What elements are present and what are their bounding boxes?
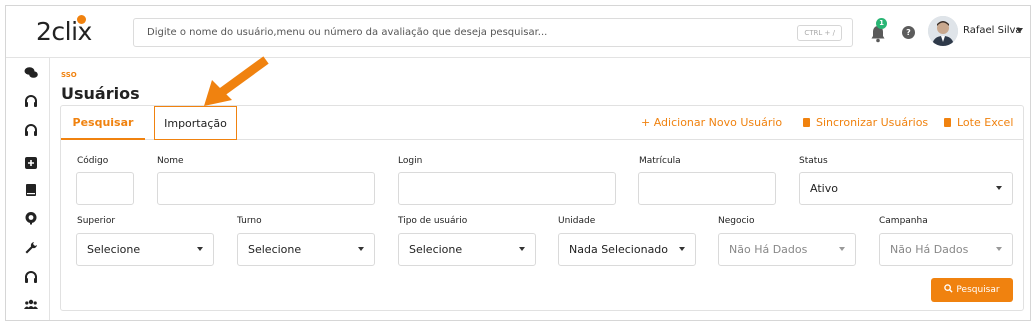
turno-select[interactable]: Selecione <box>237 233 375 266</box>
chevron-down-icon <box>839 247 845 251</box>
negocio-label: Negocio <box>718 216 755 226</box>
turno-label: Turno <box>237 216 262 226</box>
codigo-label: Código <box>77 156 109 166</box>
headset-icon[interactable] <box>24 270 38 284</box>
excel-batch-button[interactable]: Lote Excel <box>944 106 1013 140</box>
unidade-label: Unidade <box>558 216 596 226</box>
status-label: Status <box>799 156 828 166</box>
search-icon <box>944 284 954 293</box>
login-label: Login <box>398 156 423 166</box>
nome-label: Nome <box>157 156 184 166</box>
support-icon[interactable] <box>24 211 38 225</box>
tipo-usuario-select[interactable]: Selecione <box>398 233 536 266</box>
chevron-down-icon[interactable] <box>1016 28 1023 33</box>
filter-card: Pesquisar Importação + Adicionar Novo Us… <box>60 105 1024 311</box>
negocio-select[interactable]: Não Há Dados <box>718 233 856 266</box>
help-icon[interactable]: ? <box>902 26 915 39</box>
codigo-field[interactable] <box>76 172 134 205</box>
chevron-down-icon <box>197 247 203 251</box>
sync-users-button[interactable]: Sincronizar Usuários <box>803 106 928 140</box>
keyboard-shortcut-hint: CTRL + / <box>797 25 842 41</box>
matricula-label: Matrícula <box>639 156 681 166</box>
top-header: 2clix CTRL + / 1 ? Rafael Silva <box>6 6 1030 58</box>
status-select[interactable]: Ativo <box>799 172 1013 205</box>
turno-value: Selecione <box>248 243 302 256</box>
superior-label: Superior <box>77 216 116 226</box>
sidebar <box>6 58 50 320</box>
notification-badge: 1 <box>876 18 887 29</box>
annotation-arrow-icon <box>204 56 269 106</box>
add-user-button[interactable]: + Adicionar Novo Usuário <box>641 106 782 140</box>
global-search[interactable]: CTRL + / <box>133 18 853 47</box>
nome-field[interactable] <box>157 172 375 205</box>
chevron-down-icon <box>996 186 1002 190</box>
unidade-value: Nada Selecionado <box>569 243 669 256</box>
chevron-down-icon <box>679 247 685 251</box>
wrench-icon[interactable] <box>24 241 38 255</box>
superior-value: Selecione <box>87 243 141 256</box>
logo-dot <box>77 15 86 24</box>
login-field[interactable] <box>398 172 616 205</box>
sync-users-label: Sincronizar Usuários <box>816 116 929 129</box>
document-icon <box>944 118 951 127</box>
tab-pesquisar[interactable]: Pesquisar <box>61 106 145 140</box>
negocio-value: Não Há Dados <box>729 243 808 256</box>
excel-batch-label: Lote Excel <box>957 116 1014 129</box>
campanha-label: Campanha <box>879 216 928 226</box>
users-icon[interactable] <box>24 298 38 312</box>
headset-icon[interactable] <box>24 123 38 137</box>
breadcrumb[interactable]: SSO <box>61 71 77 79</box>
chevron-down-icon <box>996 247 1002 251</box>
campanha-select[interactable]: Não Há Dados <box>879 233 1013 266</box>
book-icon[interactable] <box>24 183 38 197</box>
chevron-down-icon <box>519 247 525 251</box>
superior-select[interactable]: Selecione <box>76 233 214 266</box>
avatar-image <box>928 16 958 46</box>
unidade-select[interactable]: Nada Selecionado <box>558 233 696 266</box>
campanha-value: Não Há Dados <box>890 243 969 256</box>
status-value: Ativo <box>810 182 838 195</box>
matricula-field[interactable] <box>638 172 776 205</box>
chat-icon[interactable] <box>24 66 38 80</box>
page-title: Usuários <box>61 84 140 103</box>
avatar[interactable] <box>928 16 958 46</box>
plus-square-icon[interactable] <box>24 156 38 170</box>
search-input[interactable] <box>147 27 787 38</box>
document-icon <box>803 118 810 127</box>
pesquisar-button-label: Pesquisar <box>956 285 1000 295</box>
pesquisar-button[interactable]: Pesquisar <box>931 278 1013 302</box>
chevron-down-icon <box>358 247 364 251</box>
user-name[interactable]: Rafael Silva <box>963 25 1022 36</box>
tipo-usuario-label: Tipo de usuário <box>398 216 468 226</box>
headset-icon[interactable] <box>24 94 38 108</box>
tipo-usuario-value: Selecione <box>409 243 463 256</box>
app-window: 2clix CTRL + / 1 ? Rafael Silva <box>5 5 1031 321</box>
